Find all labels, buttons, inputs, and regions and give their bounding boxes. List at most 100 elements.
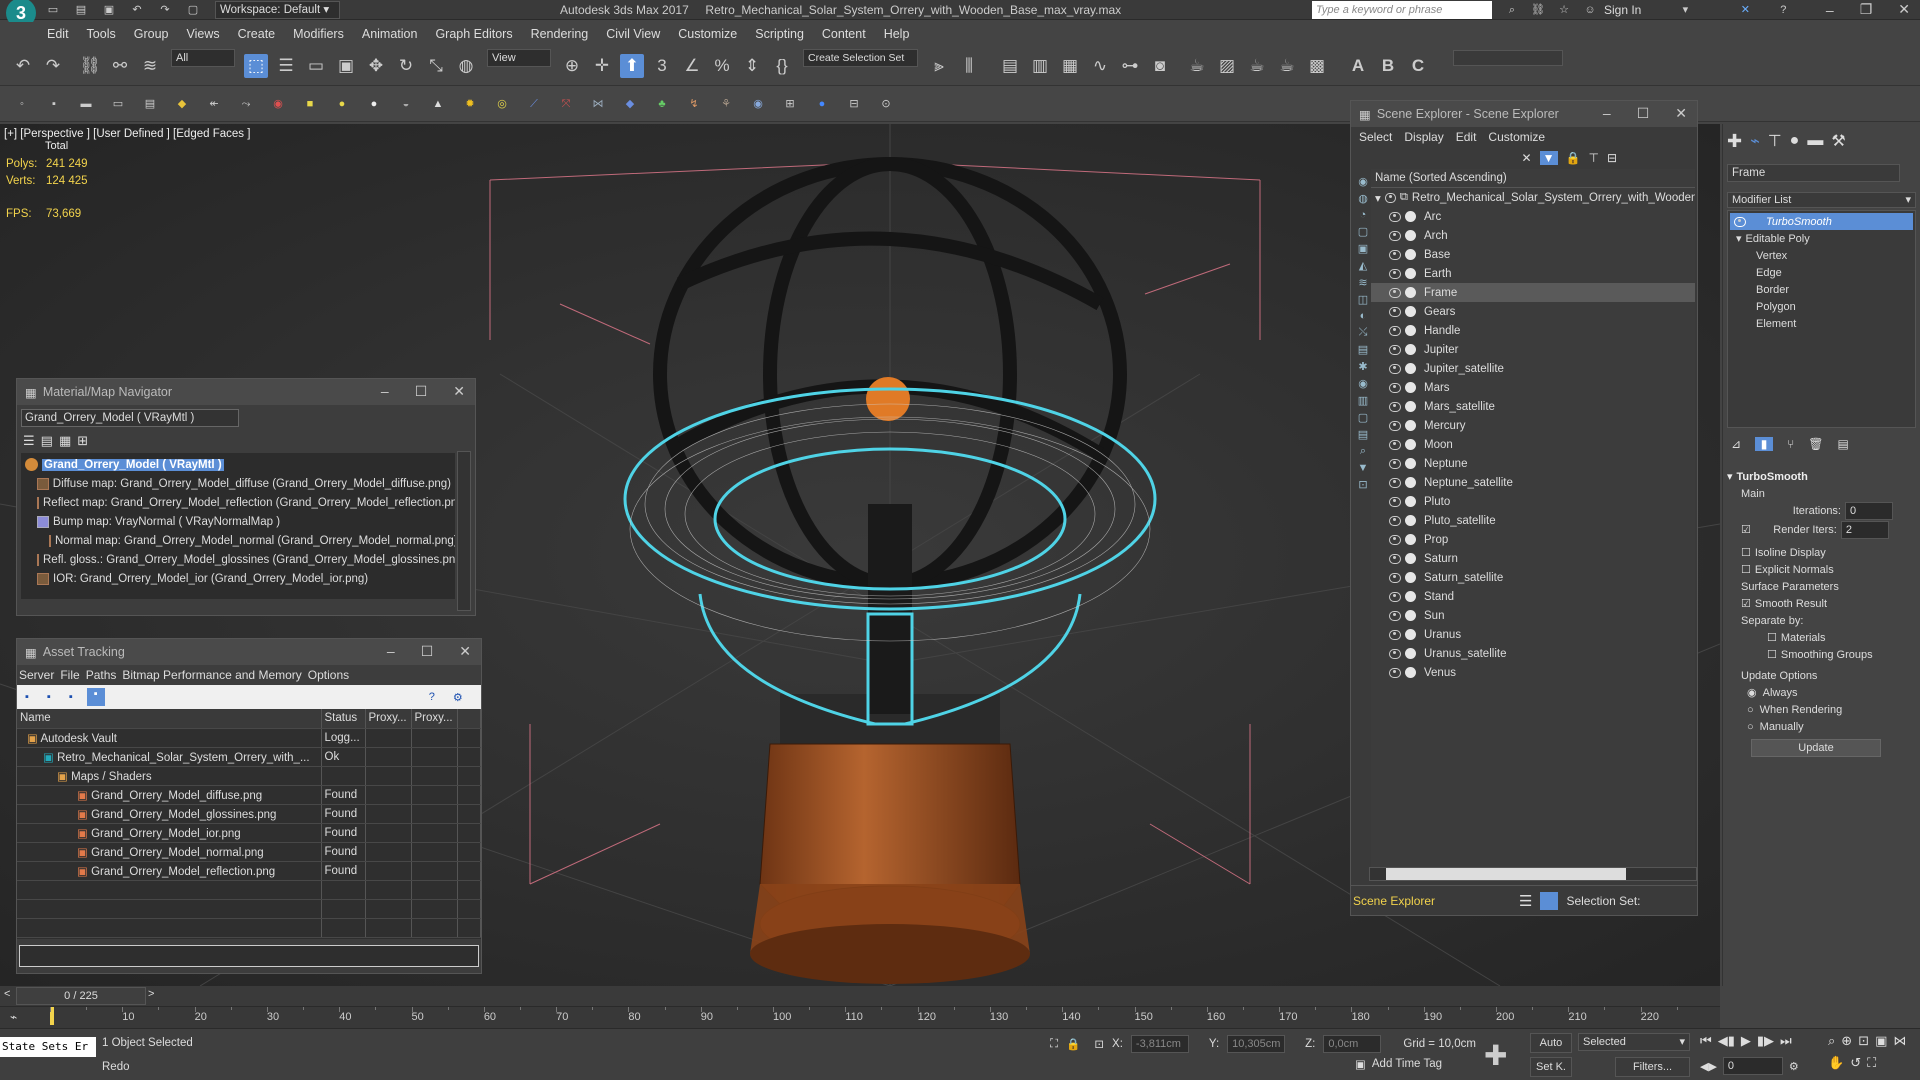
scene-explorer-toggle-icon[interactable]: ▤ bbox=[998, 54, 1022, 78]
scale-icon[interactable]: ⤡ bbox=[424, 54, 448, 78]
column-status[interactable]: Status bbox=[321, 709, 366, 729]
scene-object-item[interactable]: Earth bbox=[1371, 264, 1695, 283]
list-icons-view-icon[interactable]: ▤ bbox=[41, 433, 53, 449]
selection-filter-dropdown[interactable]: All bbox=[171, 48, 235, 67]
time-slider-thumb[interactable]: 0 / 225 bbox=[16, 987, 146, 1005]
layers-stack-icon[interactable]: ☰ bbox=[1519, 892, 1532, 910]
motion-tab-icon[interactable]: ● bbox=[1790, 132, 1800, 150]
time-tag-icon[interactable]: ▣ bbox=[1355, 1057, 1366, 1071]
window-crossing-icon[interactable]: ▣ bbox=[334, 54, 358, 78]
display-lights-icon[interactable]: ▢ bbox=[1358, 225, 1368, 238]
visibility-eye-icon[interactable] bbox=[1389, 306, 1401, 317]
hierarchy-tab-icon[interactable]: ⊤ bbox=[1768, 131, 1782, 151]
menu-create[interactable]: Create bbox=[229, 27, 285, 41]
stack-item-editable-poly[interactable]: ▾ Editable Poly bbox=[1730, 230, 1913, 247]
scene-object-item[interactable]: Mercury bbox=[1371, 416, 1695, 435]
map-item[interactable]: Diffuse map: Grand_Orrery_Model_diffuse … bbox=[25, 474, 451, 493]
asset-tool-icon-4[interactable]: ▪ bbox=[86, 688, 105, 706]
exchange-icon[interactable]: ✕ bbox=[1737, 2, 1753, 18]
field-of-view-icon[interactable]: ⋈ bbox=[1893, 1033, 1906, 1049]
time-slider-next[interactable]: > bbox=[148, 988, 154, 1000]
scene-object-item[interactable]: Prop bbox=[1371, 530, 1695, 549]
edit-named-selection-icon[interactable]: {} bbox=[770, 54, 794, 78]
tool-icon-6[interactable]: ◆ bbox=[174, 96, 190, 112]
render-iters-spinner[interactable]: 2 bbox=[1840, 520, 1889, 539]
scene-object-item[interactable]: Uranus bbox=[1371, 625, 1695, 644]
table-row[interactable]: ▣ Grand_Orrery_Model_reflection.png Found bbox=[17, 861, 481, 881]
pivot-center-icon[interactable]: ⊕ bbox=[560, 54, 584, 78]
maximize-icon[interactable]: ☐ bbox=[421, 643, 434, 660]
mirror-icon[interactable]: ⫸ bbox=[927, 54, 951, 78]
se-column-header[interactable]: Name (Sorted Ascending) bbox=[1371, 169, 1695, 188]
se-footer-label[interactable]: Scene Explorer bbox=[1351, 894, 1501, 908]
visibility-eye-icon[interactable] bbox=[1389, 249, 1401, 260]
list-view-icon[interactable]: ☰ bbox=[23, 433, 35, 449]
viewport-label[interactable]: [+] [Perspective ] [User Defined ] [Edge… bbox=[4, 128, 250, 140]
visibility-eye-icon[interactable] bbox=[1389, 515, 1401, 526]
next-frame-icon[interactable]: ▮▶ bbox=[1757, 1033, 1774, 1049]
undo-icon[interactable]: ↶ bbox=[11, 54, 35, 78]
menu-edit[interactable]: Edit bbox=[38, 27, 78, 41]
se-menu-edit[interactable]: Edit bbox=[1456, 130, 1477, 144]
key-filter-dropdown[interactable]: Selected ▾ bbox=[1578, 1033, 1690, 1051]
map-item[interactable]: Normal map: Grand_Orrery_Model_normal (G… bbox=[25, 531, 455, 550]
display-containers-icon[interactable]: ▤ bbox=[1358, 343, 1368, 356]
rendered-frame-window-icon[interactable]: ▨ bbox=[1215, 54, 1239, 78]
asset-tool-icon-1[interactable]: ▪ bbox=[25, 691, 29, 703]
absolute-mode-icon[interactable]: ⊡ bbox=[1094, 1037, 1104, 1051]
tool-icon-18[interactable]: ⋈ bbox=[590, 96, 606, 112]
visibility-eye-icon[interactable] bbox=[1389, 477, 1401, 488]
move-icon[interactable]: ✥ bbox=[364, 54, 388, 78]
time-config-icon[interactable]: ⚙ bbox=[1789, 1060, 1799, 1073]
go-to-start-icon[interactable]: ⏮ bbox=[1700, 1033, 1712, 1049]
stack-item-vertex[interactable]: Vertex bbox=[1730, 247, 1913, 264]
ribbon-toggle-icon[interactable]: ▦ bbox=[1058, 54, 1082, 78]
display-invert-icon[interactable]: ▤ bbox=[1358, 428, 1368, 441]
map-item[interactable]: Refl. gloss.: Grand_Orrery_Model_glossin… bbox=[25, 550, 455, 569]
light-icon[interactable]: ✹ bbox=[462, 96, 478, 112]
placement-icon[interactable]: ◍ bbox=[454, 54, 478, 78]
update-button[interactable]: Update bbox=[1751, 739, 1881, 757]
iterations-spinner[interactable]: 0 bbox=[1845, 501, 1893, 520]
percent-snap-icon[interactable]: % bbox=[710, 54, 734, 78]
menu-animation[interactable]: Animation bbox=[353, 27, 427, 41]
maximize-icon[interactable]: ☐ bbox=[1637, 105, 1650, 122]
tool-icon-20[interactable]: ♣ bbox=[654, 96, 670, 112]
maximize-viewport-icon[interactable]: ⛶ bbox=[1867, 1055, 1876, 1071]
current-frame-field[interactable]: 0 bbox=[1722, 1057, 1783, 1075]
minimize-icon[interactable]: – bbox=[1826, 2, 1834, 18]
toolbar-extra-dropdown[interactable] bbox=[1453, 49, 1563, 66]
new-file-icon[interactable]: ▭ bbox=[45, 2, 61, 18]
box-icon[interactable]: ■ bbox=[302, 96, 318, 112]
scene-object-item[interactable]: Arch bbox=[1371, 226, 1695, 245]
tool-icon-17[interactable]: ⤧ bbox=[558, 96, 574, 112]
display-none-icon[interactable]: ▢ bbox=[1358, 411, 1368, 424]
search-input[interactable]: Type a keyword or phrase bbox=[1312, 1, 1492, 19]
sphere-icon[interactable]: ● bbox=[334, 96, 350, 112]
smooth-result-checkbox[interactable]: ☑ bbox=[1741, 597, 1751, 610]
modifier-list-dropdown[interactable]: Modifier List ▾ bbox=[1727, 192, 1916, 208]
scene-object-item[interactable]: Saturn bbox=[1371, 549, 1695, 568]
text-b-icon[interactable]: B bbox=[1376, 54, 1400, 78]
material-editor-icon[interactable]: ◙ bbox=[1148, 54, 1172, 78]
scene-object-item[interactable]: Mars bbox=[1371, 378, 1695, 397]
asset-settings-icon[interactable]: ⚙ bbox=[453, 691, 463, 704]
pin-stack-icon[interactable]: ⊿ bbox=[1731, 437, 1741, 451]
key-mode-icon[interactable]: ◀▶ bbox=[1700, 1060, 1717, 1073]
tool-icon-25[interactable]: ● bbox=[814, 96, 830, 112]
asset-menu-server[interactable]: Server bbox=[19, 668, 54, 682]
scene-object-item[interactable]: Neptune bbox=[1371, 454, 1695, 473]
layer-explorer-icon[interactable]: ▥ bbox=[1028, 54, 1052, 78]
layers-icon[interactable]: ⊟ bbox=[1607, 151, 1617, 165]
visibility-eye-icon[interactable] bbox=[1389, 363, 1401, 374]
map-item[interactable]: Bump map: VrayNormal ( VRayNormalMap ) bbox=[25, 512, 451, 531]
display-shapes-icon[interactable]: ◔ bbox=[1360, 209, 1367, 221]
render-iters-checkbox[interactable]: ☑ bbox=[1741, 523, 1751, 536]
project-folder-icon[interactable]: ▢ bbox=[185, 2, 201, 18]
stack-item-turbosmooth[interactable]: TurboSmooth bbox=[1730, 213, 1913, 230]
options-icon[interactable]: ⊡ bbox=[1358, 478, 1367, 491]
table-row[interactable]: ▣ Grand_Orrery_Model_diffuse.png Found bbox=[17, 785, 481, 805]
make-unique-icon[interactable]: ⑂ bbox=[1787, 437, 1794, 451]
modify-tab-icon[interactable]: ⌁ bbox=[1750, 131, 1760, 151]
tool-icon-5[interactable]: ▤ bbox=[142, 96, 158, 112]
